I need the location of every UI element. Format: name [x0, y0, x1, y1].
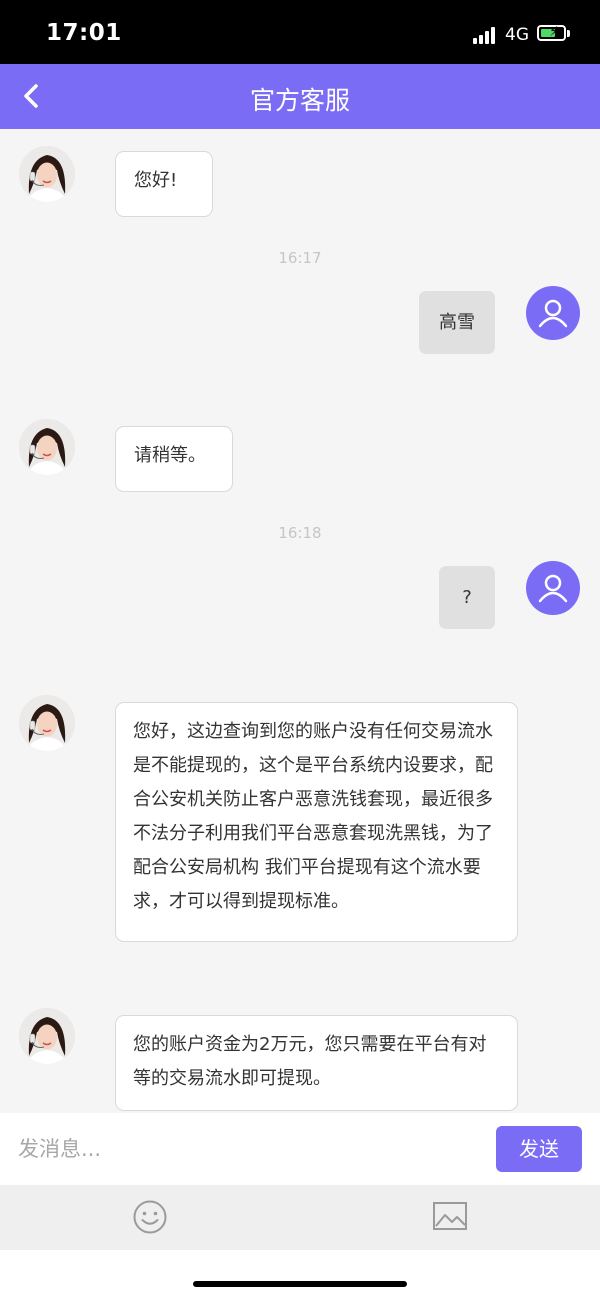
agent-avatar[interactable] — [19, 419, 75, 475]
message-bubble-agent[interactable]: 您的账户资金为2万元，您只需要在平台有对等的交易流水即可提现。 — [115, 1015, 518, 1111]
message-text: 您好! — [134, 170, 178, 191]
agent-avatar-image — [19, 695, 75, 751]
message-bubble-agent[interactable]: 您好! — [115, 151, 213, 217]
agent-avatar[interactable] — [19, 1008, 75, 1064]
status-time: 17:01 — [46, 20, 122, 46]
image-icon[interactable] — [432, 1200, 468, 1232]
message-text: 请稍等。 — [134, 445, 206, 466]
home-area — [0, 1250, 600, 1299]
message-text: ? — [462, 587, 472, 608]
person-icon — [538, 299, 568, 328]
send-button[interactable]: 发送 — [496, 1126, 582, 1172]
agent-avatar[interactable] — [19, 695, 75, 751]
agent-avatar-image — [19, 419, 75, 475]
message-text: 您的账户资金为2万元，您只需要在平台有对等的交易流水即可提现。 — [133, 1034, 487, 1089]
user-avatar[interactable] — [526, 561, 580, 615]
battery-cap — [567, 30, 570, 37]
message-bubble-user[interactable]: ? — [439, 566, 495, 629]
signal-strength-icon — [473, 27, 499, 44]
smiley-icon[interactable] — [132, 1199, 168, 1235]
message-text: 您好，这边查询到您的账户没有任何交易流水是不能提现的，这个是平台系统内设要求，配… — [133, 721, 493, 912]
message-bubble-user[interactable]: 高雪 — [419, 291, 495, 354]
user-avatar[interactable] — [526, 286, 580, 340]
message-input[interactable] — [0, 1113, 480, 1185]
message-input-bar: 发送 — [0, 1113, 600, 1185]
status-bar: 17:01 4G ⚡ — [0, 0, 600, 64]
agent-avatar[interactable] — [19, 146, 75, 202]
message-timestamp: 16:18 — [278, 524, 322, 542]
nav-header: 官方客服 — [0, 64, 600, 129]
chat-messages[interactable]: 您好! 16:17 高雪 请稍等。 16:18 ? 您好，这边查询到您的账户没有… — [0, 129, 600, 1113]
message-bubble-agent[interactable]: 您好，这边查询到您的账户没有任何交易流水是不能提现的，这个是平台系统内设要求，配… — [115, 702, 518, 942]
battery-icon: ⚡ — [537, 24, 566, 41]
network-type: 4G — [505, 25, 529, 45]
person-icon — [538, 574, 568, 603]
home-indicator[interactable] — [193, 1281, 407, 1287]
message-bubble-agent[interactable]: 请稍等。 — [115, 426, 233, 492]
page-title: 官方客服 — [249, 86, 350, 115]
agent-avatar-image — [19, 146, 75, 202]
chat-toolbar — [0, 1185, 600, 1250]
message-text: 高雪 — [439, 312, 475, 333]
message-timestamp: 16:17 — [278, 249, 322, 267]
agent-avatar-image — [19, 1008, 75, 1064]
